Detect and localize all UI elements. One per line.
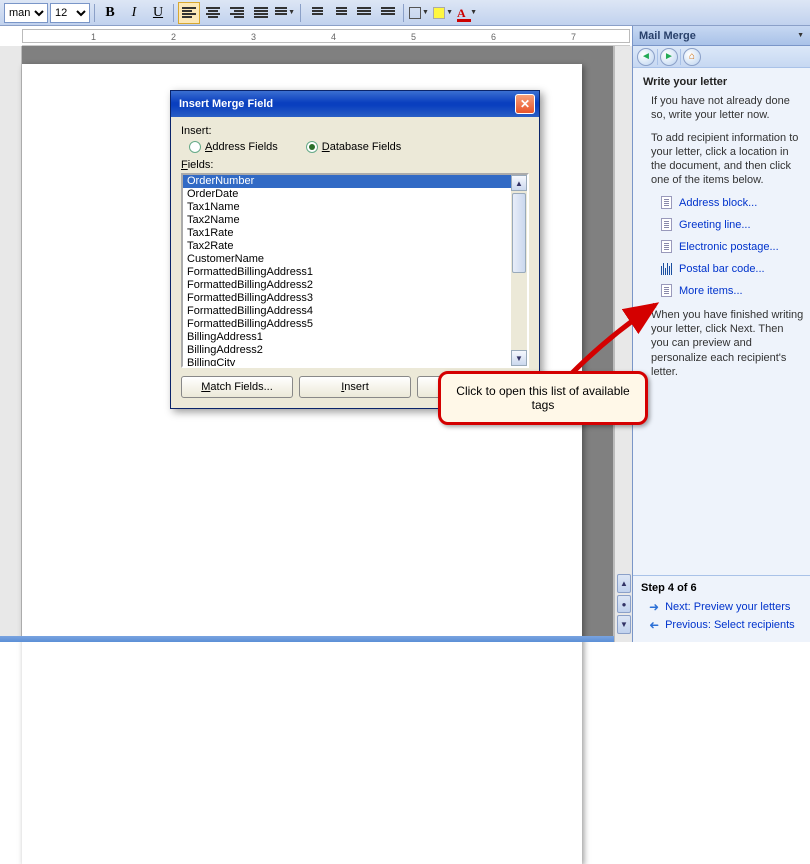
- link-label: Address block...: [679, 197, 757, 209]
- align-center-button[interactable]: [202, 2, 224, 24]
- list-item[interactable]: Tax2Rate: [183, 240, 511, 253]
- font-size-combo[interactable]: 12: [50, 3, 90, 23]
- scroll-up-button[interactable]: ▲: [511, 175, 527, 191]
- numbered-list-button[interactable]: [305, 2, 327, 24]
- font-color-button[interactable]: A▼: [456, 2, 478, 24]
- insert-label: Insert:: [181, 125, 529, 137]
- insert-radio-group: Address Fields Database Fields: [181, 139, 529, 159]
- list-item[interactable]: FormattedBillingAddress4: [183, 305, 511, 318]
- wizard-step-footer: Step 4 of 6 ➜ Next: Preview your letters…: [633, 575, 810, 642]
- align-right-button[interactable]: [226, 2, 248, 24]
- callout-text: Click to open this list of available tag…: [456, 384, 629, 412]
- list-item[interactable]: FormattedBillingAddress3: [183, 292, 511, 305]
- nav-home-button[interactable]: ⌂: [683, 48, 701, 66]
- underline-button[interactable]: U: [147, 2, 169, 24]
- list-item[interactable]: BillingAddress2: [183, 344, 511, 357]
- arrow-left-icon: ➜: [649, 618, 659, 632]
- document-icon: [659, 218, 673, 232]
- insert-merge-field-dialog: Insert Merge Field ✕ Insert: Address Fie…: [170, 90, 540, 409]
- database-fields-radio[interactable]: Database Fields: [306, 141, 402, 153]
- wizard-next-link[interactable]: ➜ Next: Preview your letters: [649, 600, 802, 614]
- link-label: More items...: [679, 285, 743, 297]
- nav-back-button[interactable]: ◄: [637, 48, 655, 66]
- link-label: Previous: Select recipients: [665, 619, 795, 631]
- tutorial-callout: Click to open this list of available tag…: [438, 371, 648, 425]
- step-label: Step 4 of 6: [641, 582, 802, 594]
- browse-prev-button[interactable]: ▲: [617, 574, 631, 593]
- greeting-line-link[interactable]: Greeting line...: [659, 218, 804, 232]
- borders-button[interactable]: ▼: [408, 2, 430, 24]
- pane-links: Address block... Greeting line... Electr…: [659, 196, 804, 298]
- document-icon: [659, 284, 673, 298]
- list-item[interactable]: FormattedBillingAddress1: [183, 266, 511, 279]
- font-name-combo[interactable]: man: [4, 3, 48, 23]
- list-item[interactable]: OrderDate: [183, 188, 511, 201]
- list-item[interactable]: Tax2Name: [183, 214, 511, 227]
- pane-heading: Write your letter: [643, 76, 804, 88]
- insert-button[interactable]: Insert: [299, 376, 411, 398]
- pane-paragraph-3: When you have finished writing your lett…: [643, 308, 804, 379]
- dialog-close-button[interactable]: ✕: [515, 94, 535, 114]
- task-pane-nav: ◄ ► ⌂: [633, 46, 810, 68]
- list-item[interactable]: OrderNumber: [183, 175, 511, 188]
- nav-forward-button[interactable]: ►: [660, 48, 678, 66]
- list-item[interactable]: FormattedBillingAddress2: [183, 279, 511, 292]
- italic-button[interactable]: I: [123, 2, 145, 24]
- dialog-title: Insert Merge Field: [179, 98, 515, 110]
- listbox-scrollbar[interactable]: ▲ ▼: [511, 175, 527, 366]
- list-item[interactable]: Tax1Rate: [183, 227, 511, 240]
- link-label: Greeting line...: [679, 219, 751, 231]
- increase-indent-button[interactable]: [377, 2, 399, 24]
- address-fields-radio[interactable]: Address Fields: [189, 141, 278, 153]
- task-pane-menu-icon[interactable]: ▼: [797, 32, 804, 39]
- list-item[interactable]: CustomerName: [183, 253, 511, 266]
- align-left-button[interactable]: [178, 2, 200, 24]
- fields-label: Fields:: [181, 159, 529, 171]
- address-block-link[interactable]: Address block...: [659, 196, 804, 210]
- arrow-right-icon: ➜: [649, 600, 659, 614]
- browse-object-column: ▲ ● ▼: [614, 46, 632, 642]
- pane-paragraph-1: If you have not already done so, write y…: [643, 94, 804, 123]
- browse-select-button[interactable]: ●: [617, 595, 631, 614]
- horizontal-ruler: 1 2 3 4 5 6 7: [22, 26, 630, 46]
- bold-button[interactable]: B: [99, 2, 121, 24]
- postal-bar-code-link[interactable]: Postal bar code...: [659, 262, 804, 276]
- link-label: Postal bar code...: [679, 263, 765, 275]
- link-label: Next: Preview your letters: [665, 601, 790, 613]
- line-spacing-button[interactable]: ▼: [274, 2, 296, 24]
- mail-merge-task-pane: Mail Merge ▼ ◄ ► ⌂ Write your letter If …: [632, 26, 810, 642]
- task-pane-title: Mail Merge: [639, 30, 796, 42]
- pane-paragraph-2: To add recipient information to your let…: [643, 131, 804, 188]
- highlight-button[interactable]: ▼: [432, 2, 454, 24]
- formatting-toolbar: man 12 B I U ▼ ▼ ▼ A▼: [0, 0, 810, 26]
- list-item[interactable]: Tax1Name: [183, 201, 511, 214]
- task-pane-header: Mail Merge ▼: [633, 26, 810, 46]
- list-item[interactable]: BillingCity: [183, 357, 511, 366]
- bulleted-list-button[interactable]: [329, 2, 351, 24]
- browse-next-button[interactable]: ▼: [617, 615, 631, 634]
- wizard-prev-link[interactable]: ➜ Previous: Select recipients: [649, 618, 802, 632]
- document-icon: [659, 240, 673, 254]
- barcode-icon: [659, 262, 673, 276]
- dialog-titlebar[interactable]: Insert Merge Field ✕: [171, 91, 539, 117]
- align-justify-button[interactable]: [250, 2, 272, 24]
- list-item[interactable]: FormattedBillingAddress5: [183, 318, 511, 331]
- list-item[interactable]: BillingAddress1: [183, 331, 511, 344]
- more-items-link[interactable]: More items...: [659, 284, 804, 298]
- electronic-postage-link[interactable]: Electronic postage...: [659, 240, 804, 254]
- fields-listbox[interactable]: OrderNumberOrderDateTax1NameTax2NameTax1…: [181, 173, 529, 368]
- document-icon: [659, 196, 673, 210]
- link-label: Electronic postage...: [679, 241, 779, 253]
- scroll-thumb[interactable]: [512, 193, 526, 273]
- match-fields-button[interactable]: Match Fields...: [181, 376, 293, 398]
- decrease-indent-button[interactable]: [353, 2, 375, 24]
- vertical-ruler: [0, 46, 22, 642]
- scroll-down-button[interactable]: ▼: [511, 350, 527, 366]
